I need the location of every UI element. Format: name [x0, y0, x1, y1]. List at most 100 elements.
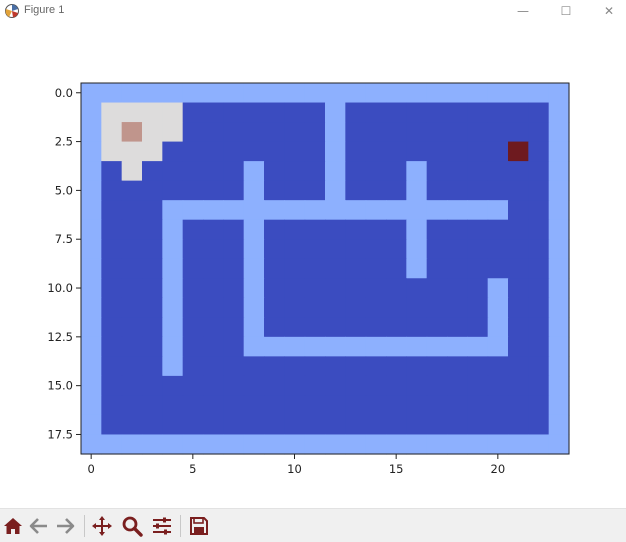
floor-cell [284, 180, 306, 201]
wall-cell [223, 200, 245, 221]
floor-cell [447, 317, 468, 338]
floor-cell [182, 180, 204, 201]
visited-cell [162, 122, 184, 143]
floor-cell [345, 278, 367, 299]
minimize-button[interactable]: — [500, 0, 546, 22]
wall-cell [426, 434, 448, 455]
floor-cell [121, 317, 143, 338]
wall-cell [447, 434, 468, 455]
floor-cell [487, 122, 509, 143]
floor-cell [223, 317, 245, 338]
floor-cell [284, 102, 306, 123]
floor-cell [345, 219, 367, 240]
wall-cell [243, 219, 265, 240]
floor-cell [304, 278, 326, 299]
floor-cell [223, 414, 245, 436]
wall-cell [81, 122, 102, 143]
plot-svg[interactable]: 0 5 10 15 20 0.0 2.5 5.0 7.5 10.0 12.5 15.0 17.5 [0, 22, 626, 508]
save-button[interactable] [188, 515, 210, 537]
floor-cell [487, 356, 509, 377]
floor-cell [223, 161, 245, 182]
floor-cell [528, 200, 550, 221]
wall-cell [467, 83, 489, 104]
wall-cell [325, 102, 346, 123]
floor-cell [223, 239, 245, 260]
floor-cell [264, 258, 285, 279]
floor-cell [365, 258, 387, 279]
wall-cell [162, 239, 184, 260]
floor-cell [528, 122, 550, 143]
configure-subplots-button[interactable] [151, 515, 173, 537]
floor-cell [365, 102, 387, 123]
floor-cell [121, 278, 143, 299]
back-button[interactable] [28, 515, 50, 537]
floor-cell [447, 375, 468, 397]
floor-cell [142, 395, 163, 416]
floor-cell [203, 122, 224, 143]
floor-cell [528, 141, 550, 162]
floor-cell [386, 219, 407, 240]
pan-button[interactable] [91, 515, 113, 537]
wall-cell [81, 356, 102, 377]
floor-cell [264, 239, 285, 260]
figure-canvas[interactable]: 0 5 10 15 20 0.0 2.5 5.0 7.5 10.0 12.5 15.0 17.5 [0, 22, 626, 508]
wall-cell [508, 83, 529, 104]
floor-cell [365, 414, 387, 436]
floor-cell [304, 395, 326, 416]
wall-cell [406, 83, 428, 104]
floor-cell [467, 141, 489, 162]
wall-cell [487, 317, 509, 338]
wall-cell [243, 258, 265, 279]
window-title: Figure 1 [24, 4, 65, 16]
floor-cell [142, 180, 163, 201]
maze-image[interactable] [81, 83, 570, 455]
floor-cell [264, 180, 285, 201]
zoom-button[interactable] [121, 515, 143, 537]
floor-cell [406, 102, 428, 123]
floor-cell [182, 297, 204, 318]
wall-cell [406, 239, 428, 260]
floor-cell [162, 395, 184, 416]
wall-cell [243, 336, 265, 357]
floor-cell [243, 102, 265, 123]
wall-cell [548, 395, 570, 416]
floor-cell [508, 258, 529, 279]
wall-cell [182, 83, 204, 104]
wall-cell [162, 278, 184, 299]
forward-button[interactable] [54, 515, 76, 537]
y-tick-label: 0.0 [55, 86, 73, 100]
wall-cell [325, 200, 346, 221]
floor-cell [345, 375, 367, 397]
floor-cell [101, 317, 123, 338]
wall-cell [162, 317, 184, 338]
wall-cell [243, 278, 265, 299]
floor-cell [284, 297, 306, 318]
floor-cell [284, 414, 306, 436]
floor-cell [182, 395, 204, 416]
wall-cell [162, 83, 184, 104]
goal-cell [508, 141, 529, 162]
wall-cell [487, 297, 509, 318]
wall-cell [548, 219, 570, 240]
save-icon [190, 517, 208, 535]
floor-cell [101, 258, 123, 279]
floor-cell [447, 258, 468, 279]
floor-cell [426, 395, 448, 416]
floor-cell [223, 375, 245, 397]
wall-cell [386, 200, 407, 221]
floor-cell [365, 180, 387, 201]
floor-cell [203, 336, 224, 357]
wall-cell [406, 434, 428, 455]
floor-cell [345, 180, 367, 201]
close-button[interactable]: ✕ [586, 0, 626, 22]
floor-cell [243, 356, 265, 377]
wall-cell [243, 83, 265, 104]
visited-cell [121, 141, 143, 162]
x-tick-label: 10 [287, 462, 302, 476]
floor-cell [386, 375, 407, 397]
floor-cell [508, 239, 529, 260]
floor-cell [182, 122, 204, 143]
maximize-button[interactable]: ☐ [543, 0, 589, 22]
floor-cell [223, 219, 245, 240]
home-button[interactable] [2, 515, 24, 537]
